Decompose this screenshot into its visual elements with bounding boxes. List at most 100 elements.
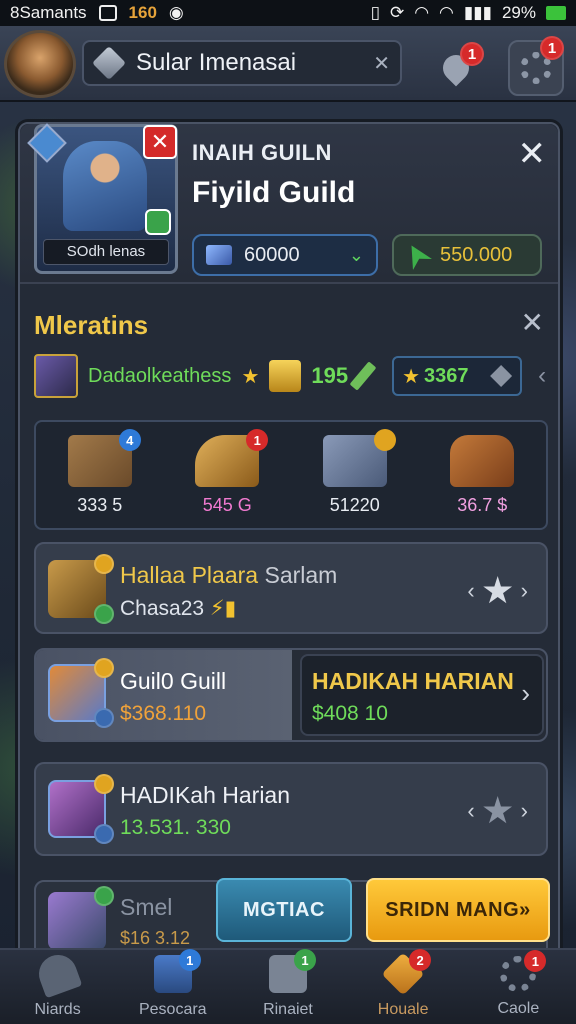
reward-item[interactable]: 1 545 G (172, 425, 282, 525)
item-nav: ‹ › (467, 796, 528, 826)
pin-badge: 1 (460, 42, 484, 66)
mission-coin-value: 195 (311, 363, 349, 388)
settings-button[interactable]: 1 (508, 36, 564, 96)
star-icon: ★ (241, 365, 260, 388)
list-item-title: HADIKah Harian (120, 782, 291, 808)
chest-icon (450, 434, 515, 487)
list-item-title: Smel (120, 894, 173, 920)
guild-subtitle: INAIH GUILN (192, 140, 332, 165)
guild-panel: ✕ SOdh lenas INAIH GUILN Fiyild Guild ✕ … (18, 122, 560, 958)
reward-value: 51220 (329, 494, 380, 515)
subtitle-text: Chasa23 (120, 597, 205, 620)
guild-card-value: $368.110 (120, 702, 207, 725)
title-main: Hallaa Plaara (120, 562, 259, 588)
nav-item-rinaiet[interactable]: 1 Rinaiet (240, 949, 336, 1019)
sword-badge-icon (94, 824, 114, 844)
sync-icon: ⟳ (389, 3, 405, 22)
guild-hero-card[interactable]: ✕ SOdh lenas (27, 123, 178, 274)
coin-badge-icon (94, 554, 114, 574)
reward-badge (373, 429, 396, 451)
missions-close-icon[interactable]: ✕ (521, 306, 544, 339)
coin-icon (269, 360, 302, 392)
gems-dropdown[interactable]: 60000 ⌄ (192, 234, 378, 276)
notification-icon (98, 5, 117, 21)
reward-value: 333 5 (77, 494, 123, 515)
title-search-bar[interactable]: Sular Imenasai ✕ (82, 40, 402, 86)
status-badge: 160 (128, 3, 157, 22)
sword-icon (349, 361, 377, 391)
battery-icon (546, 6, 566, 20)
mission-name: Dadaolkeathess (88, 364, 232, 387)
lightning-icon: ⚡▮ (209, 597, 237, 620)
wifi-icon: ◠ (414, 3, 430, 22)
reward-item[interactable]: 4 333 5 (45, 425, 155, 525)
mission-icon (34, 354, 78, 398)
cash-display[interactable]: 550.000 (392, 234, 542, 276)
star-counter[interactable]: ★ 3367 (392, 356, 523, 396)
missions-title: Mleratins (34, 310, 149, 340)
chevron-left-icon[interactable]: ‹ (538, 362, 546, 390)
nav-badge: 1 (178, 949, 201, 971)
close-icon[interactable]: ✕ (518, 134, 547, 174)
chevron-right-icon[interactable]: › (521, 578, 528, 604)
reward-badge: 4 (118, 429, 141, 451)
signal-icon: ▮▮▮ (463, 3, 492, 22)
gem-icon (92, 46, 126, 80)
list-item[interactable]: Hallaa Plaara Sarlam Chasa23 ⚡▮ ‹ › (34, 542, 548, 634)
sword-badge-icon (94, 708, 114, 728)
list-item-value: 13.531. 330 (120, 816, 231, 839)
coin-badge-icon (94, 658, 114, 678)
list-item-value: $16 3.12 (120, 928, 191, 948)
reward-item[interactable]: 51220 (300, 425, 410, 525)
header-title: Sular Imenasai (136, 49, 297, 76)
wifi-icon-2: ◠ (439, 3, 454, 22)
chevron-left-icon[interactable]: ‹ (467, 798, 474, 824)
pin-button[interactable]: 1 (428, 40, 484, 96)
list-item-subtitle: Chasa23 ⚡▮ (120, 596, 236, 621)
shield-icon (145, 209, 171, 235)
nav-label: Pesocara (138, 1001, 207, 1018)
nav-badge: 1 (293, 949, 316, 971)
vibrate-icon: ▯ (370, 3, 380, 22)
chevron-left-icon[interactable]: ‹ (467, 578, 474, 604)
nav-item-houale[interactable]: 2 Houale (355, 949, 451, 1019)
star-value: 3367 (424, 364, 469, 387)
nav-item-niards[interactable]: Niards (10, 949, 106, 1019)
list-item[interactable]: HADIKah Harian 13.531. 330 ‹ › (34, 762, 548, 856)
list-item[interactable]: Guil0 Guill $368.110 HADIKAH HARIAN $408… (34, 648, 548, 742)
magic-button[interactable]: MGTIAC (216, 878, 352, 942)
nav-item-pesocara[interactable]: 1 Pesocara (125, 949, 221, 1019)
nav-label: Houale (377, 1001, 429, 1018)
nav-label: Rinaiet (263, 1001, 313, 1018)
nav-label: Niards (34, 1001, 81, 1018)
player-avatar[interactable] (4, 30, 76, 98)
clear-icon[interactable]: ✕ (373, 51, 390, 76)
star-icon[interactable] (483, 796, 513, 824)
chevron-down-icon: ⌄ (348, 244, 364, 265)
shield-badge-icon (94, 604, 114, 624)
reward-badge: 1 (246, 429, 269, 451)
mission-row[interactable]: Dadaolkeathess ★ 195 ★ 3367 ‹ (34, 352, 548, 400)
reward-item[interactable]: 36.7 $ (427, 425, 537, 525)
carrier-label: 8Samants (10, 3, 87, 22)
star-icon: ★ (402, 365, 421, 388)
guild-title: Fiyild Guild (192, 176, 356, 209)
hero-portrait (63, 141, 147, 231)
nav-item-caole[interactable]: 1 Caole (470, 950, 566, 1018)
rank-diamond-icon (27, 123, 67, 163)
chevron-right-icon[interactable]: › (521, 798, 528, 824)
nav-badge: 2 (409, 949, 432, 971)
chevron-right-icon[interactable]: › (521, 678, 530, 709)
title-rest: Sarlam (264, 562, 338, 588)
reward-value: 545 G (202, 494, 252, 515)
star-icon[interactable] (483, 576, 513, 604)
remove-icon[interactable]: ✕ (143, 125, 177, 159)
bottom-nav: Niards 1 Pesocara 1 Rinaiet 2 Houale 1 C… (0, 948, 576, 1024)
arrow-up-icon (402, 240, 432, 270)
send-button[interactable]: SRIDN MANG» (366, 878, 550, 942)
daily-gift-value: $408 10 (312, 702, 388, 725)
top-header: Sular Imenasai ✕ 1 1 (0, 26, 576, 102)
app-icon: ◉ (168, 3, 184, 22)
battery-level: 29% (501, 3, 536, 22)
hero-name: SOdh lenas (43, 239, 169, 265)
